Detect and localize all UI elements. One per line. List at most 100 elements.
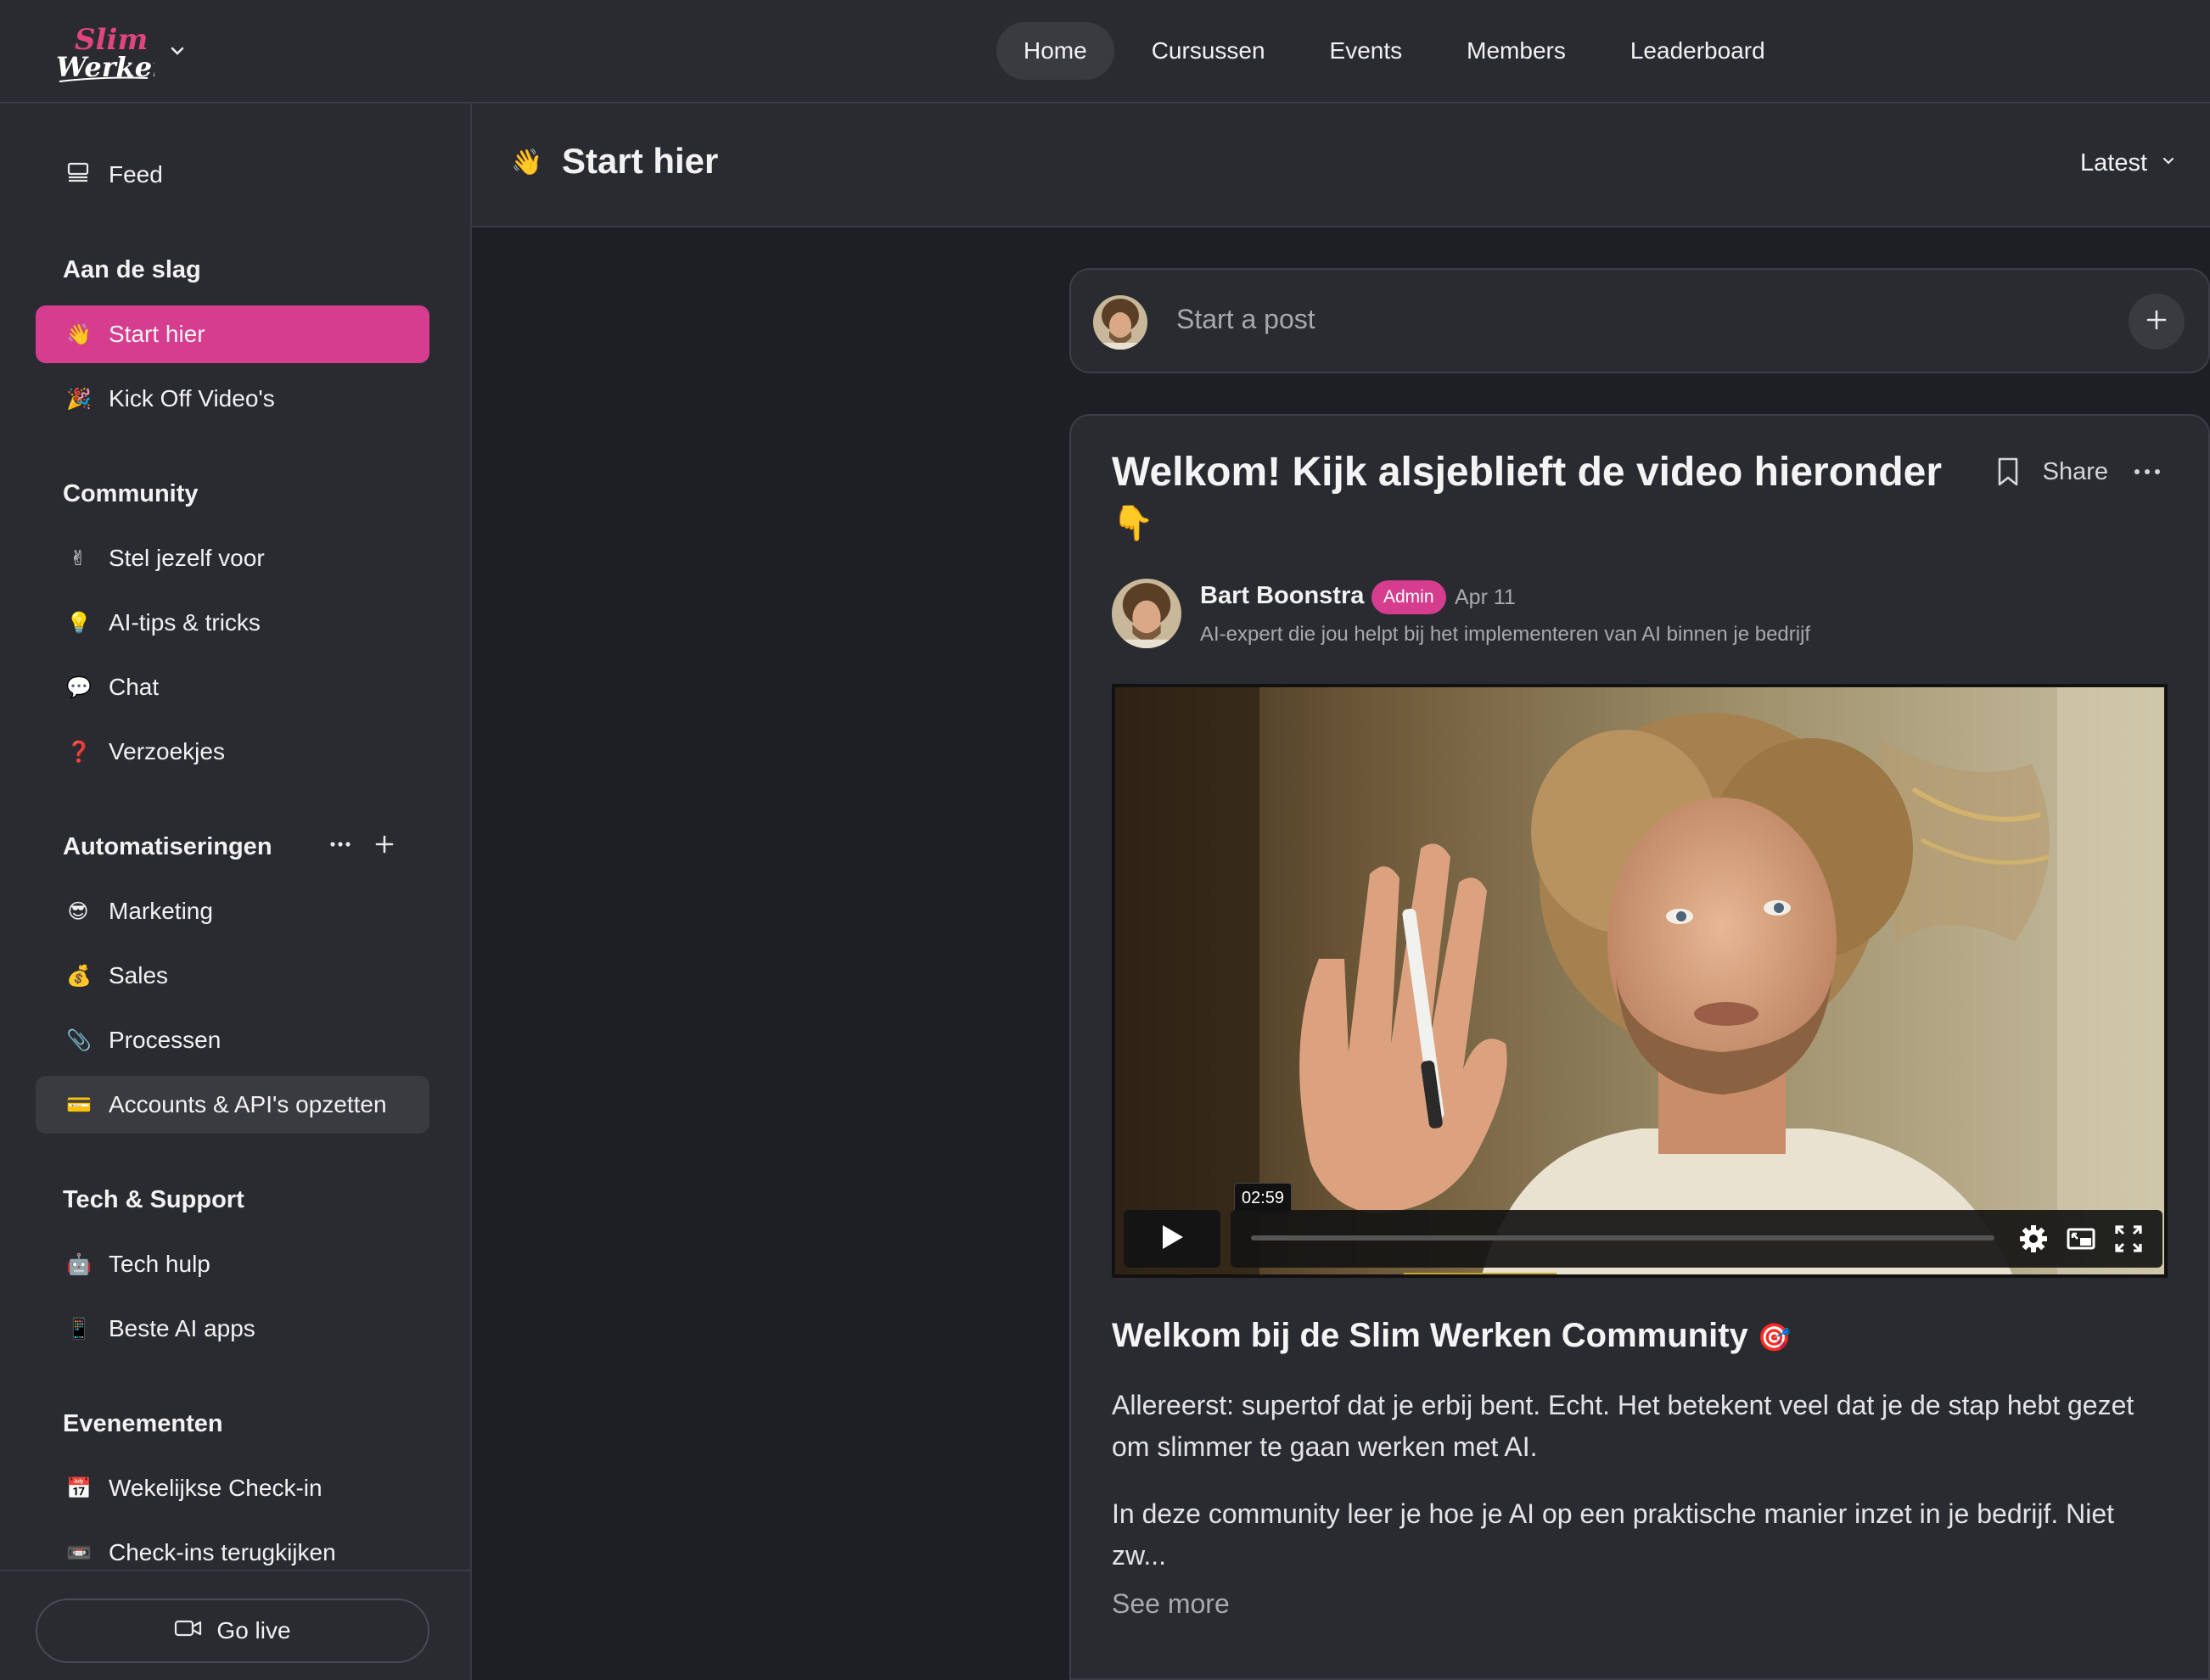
section-heading-tech-support: Tech & Support (63, 1186, 244, 1213)
post-title[interactable]: Welkom! Kijk alsjeblieft de video hieron… (1112, 448, 1960, 548)
sidebar-item-sales[interactable]: 💰 Sales (36, 947, 429, 1005)
waving-hand-icon: 👋 (511, 148, 543, 177)
user-avatar (1093, 295, 1147, 350)
section-heading-automatiseringen: Automatiseringen (63, 833, 272, 860)
post-paragraph-1: Allereerst: supertof dat je erbij bent. … (1112, 1390, 2134, 1462)
play-icon (1159, 1224, 1185, 1255)
section-actions (328, 832, 397, 864)
play-button[interactable] (1124, 1210, 1220, 1268)
sidebar-item-label: Wekelijkse Check-in (109, 1475, 323, 1501)
author-avatar[interactable] (1112, 579, 1181, 648)
sidebar-item-stel-jezelf-voor[interactable]: ✌ Stel jezelf voor (36, 529, 429, 587)
admin-badge: Admin (1371, 580, 1446, 614)
sort-dropdown[interactable]: Latest (2080, 149, 2178, 177)
party-popper-icon: 🎉 (66, 387, 92, 411)
pointing-down-icon: 👇 (1112, 504, 1154, 543)
page-title: Start hier (562, 141, 719, 181)
video-camera-icon (174, 1617, 203, 1644)
more-options-icon[interactable] (328, 832, 353, 864)
sidebar-scroll-area[interactable]: Feed Aan de slag 👋 Start hier 🎉 Kick Off… (0, 104, 470, 1571)
sidebar-item-ai-tips[interactable]: 💡 AI-tips & tricks (36, 594, 429, 652)
sidebar-item-label: Accounts & API's opzetten (109, 1091, 387, 1117)
sidebar-item-processen[interactable]: 📎 Processen (36, 1011, 429, 1069)
sidebar: Feed Aan de slag 👋 Start hier 🎉 Kick Off… (0, 104, 472, 1680)
video-control-bar (1231, 1210, 2162, 1268)
video-progress-bar[interactable] (1251, 1235, 1994, 1240)
post-date[interactable]: Apr 11 (1455, 585, 1516, 610)
sidebar-item-start-hier[interactable]: 👋 Start hier (36, 305, 429, 363)
chevron-down-icon (2159, 149, 2178, 177)
main-nav: Home Cursussen Events Members Leaderboar… (996, 20, 1792, 81)
sort-label: Latest (2080, 149, 2147, 176)
sidebar-item-label: Verzoekjes (109, 738, 225, 764)
author-bio: AI-expert die jou helpt bij het implemen… (1200, 623, 1811, 646)
add-post-button[interactable] (2129, 294, 2185, 350)
go-live-label: Go live (216, 1617, 291, 1644)
mobile-phone-icon: 📱 (66, 1317, 92, 1341)
sidebar-footer: Go live (0, 1570, 470, 1680)
sidebar-item-label: Feed (109, 161, 163, 188)
nav-events[interactable]: Events (1303, 22, 1430, 80)
sidebar-item-beste-ai-apps[interactable]: 📱 Beste AI apps (36, 1300, 429, 1358)
more-options-icon[interactable] (2130, 459, 2164, 484)
post-actions: Share (1995, 456, 2164, 487)
video-player[interactable]: 02:59 (1112, 684, 2168, 1278)
post-subtitle-text: Welkom bij de Slim Werken Community (1112, 1317, 1748, 1354)
post-paragraph-2: In deze community leer je hoe je AI op e… (1112, 1498, 2115, 1571)
sidebar-item-check-ins-terugkijken[interactable]: 📼 Check-ins terugkijken (36, 1524, 429, 1571)
bookmark-icon[interactable] (1995, 456, 2021, 487)
section-heading-aan-de-slag: Aan de slag (63, 256, 201, 283)
sidebar-item-marketing[interactable]: 😎 Marketing (36, 882, 429, 940)
add-icon[interactable] (372, 832, 397, 864)
sidebar-item-label: Check-ins terugkijken (109, 1539, 336, 1565)
channel-header: 👋 Start hier Latest (472, 104, 2210, 227)
section-heading-evenementen: Evenementen (63, 1410, 223, 1437)
target-icon: 🎯 (1757, 1321, 1792, 1353)
go-live-button[interactable]: Go live (36, 1599, 429, 1663)
sidebar-item-label: Marketing (109, 898, 213, 924)
post-card: Welkom! Kijk alsjeblieft de video hieron… (1069, 414, 2210, 1680)
light-bulb-icon: 💡 (66, 611, 92, 635)
nav-members[interactable]: Members (1439, 22, 1593, 80)
slim-werken-logo[interactable]: Slim Werken (53, 17, 171, 87)
victory-hand-icon: ✌ (69, 546, 87, 570)
section-heading-community: Community (63, 480, 199, 507)
video-controls: 02:59 (1124, 1183, 2162, 1268)
nav-home[interactable]: Home (996, 22, 1114, 80)
paperclip-icon: 📎 (66, 1028, 92, 1052)
sidebar-item-label: Tech hulp (109, 1251, 210, 1277)
nav-leaderboard[interactable]: Leaderboard (1603, 22, 1792, 80)
fullscreen-icon[interactable] (2113, 1224, 2144, 1254)
robot-icon: 🤖 (66, 1252, 92, 1276)
video-duration: 02:59 (1234, 1183, 1293, 1213)
waving-hand-icon: 👋 (66, 322, 92, 346)
sidebar-item-label: AI-tips & tricks (109, 609, 261, 636)
post-subtitle: Welkom bij de Slim Werken Community 🎯 (1112, 1317, 1792, 1355)
post-title-text: Welkom! Kijk alsjeblieft de video hieron… (1112, 450, 1943, 495)
sidebar-item-feed[interactable]: Feed (36, 146, 429, 204)
author-name[interactable]: Bart Boonstra (1200, 582, 1364, 610)
picture-in-picture-icon[interactable] (2066, 1224, 2096, 1254)
credit-card-icon: 💳 (66, 1093, 92, 1117)
top-navigation-bar: Slim Werken Home Cursussen Events Member… (0, 0, 2210, 104)
money-bag-icon: 💰 (66, 964, 92, 988)
sidebar-item-tech-hulp[interactable]: 🤖 Tech hulp (36, 1235, 429, 1293)
see-more-link[interactable]: See more (1112, 1588, 1230, 1620)
sidebar-item-accounts-apis[interactable]: 💳 Accounts & API's opzetten (36, 1076, 429, 1134)
sidebar-item-chat[interactable]: 💬 Chat (36, 658, 429, 716)
sidebar-item-wekelijkse-check-in[interactable]: 📅 Wekelijkse Check-in (36, 1459, 429, 1517)
sidebar-item-label: Kick Off Video's (109, 385, 275, 412)
sidebar-item-verzoekjes[interactable]: ❓ Verzoekjes (36, 723, 429, 781)
sidebar-item-label: Start hier (109, 321, 205, 347)
nav-cursussen[interactable]: Cursussen (1125, 22, 1293, 80)
sunglasses-face-icon: 😎 (67, 899, 89, 923)
settings-gear-icon[interactable] (2018, 1224, 2049, 1254)
sidebar-item-label: Chat (109, 674, 160, 700)
post-composer[interactable]: Start a post (1069, 268, 2210, 373)
share-button[interactable]: Share (2043, 458, 2108, 486)
question-mark-icon: ❓ (66, 740, 92, 764)
start-post-input[interactable]: Start a post (1176, 304, 1315, 335)
sidebar-item-kick-off-videos[interactable]: 🎉 Kick Off Video's (36, 370, 429, 428)
chevron-down-icon[interactable] (166, 40, 188, 62)
sidebar-item-label: Processen (109, 1027, 222, 1053)
